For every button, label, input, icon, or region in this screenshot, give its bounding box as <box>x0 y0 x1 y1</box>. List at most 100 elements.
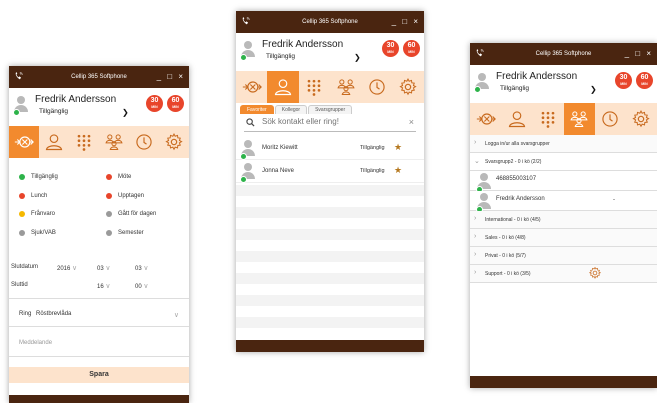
groups-icon <box>104 132 124 152</box>
nav-contacts[interactable] <box>39 126 69 158</box>
end-date-day-select[interactable]: 03 ∨ <box>135 264 175 272</box>
ring-select[interactable]: Ring Röstbrevlåda ∨ <box>19 311 181 319</box>
group-row[interactable]: › Sales - 0 i kö (4/8) <box>470 229 657 247</box>
status-dot <box>106 211 112 217</box>
save-button[interactable]: Spara <box>9 367 189 383</box>
tab-kollegor[interactable]: Kollegor <box>274 105 308 114</box>
forward-icon <box>14 132 34 152</box>
status-dot <box>106 193 112 199</box>
end-time-hour-select[interactable]: 16 ∨ <box>97 282 137 290</box>
end-time-minute-select[interactable]: 00 ∨ <box>135 282 175 290</box>
group-member-row[interactable]: Fredrik Andersson - <box>470 191 657 213</box>
status-option[interactable]: Semester <box>106 230 144 236</box>
chevron-down-icon[interactable]: ❯ <box>122 108 129 117</box>
group-row[interactable]: › Support - 0 i kö (3/5) <box>470 265 657 283</box>
badge-60-min[interactable]: 60 MIN <box>167 95 184 112</box>
group-row-expanded[interactable]: ⌄ Svarsgrupp2 - 0 i kö (2/2) <box>470 153 657 171</box>
profile-status[interactable]: Tillgänglig <box>500 85 529 92</box>
nav-dialpad[interactable] <box>532 103 563 135</box>
status-window: Cellip 365 Softphone _ □ × Fredrik Ander… <box>9 66 189 403</box>
chevron-right-icon: › <box>474 269 477 276</box>
avatar <box>476 173 492 193</box>
nav-bar <box>470 103 657 135</box>
chevron-down-icon[interactable]: ❯ <box>590 85 597 94</box>
nav-history[interactable] <box>361 71 392 103</box>
chevron-down-icon[interactable]: ❯ <box>354 53 361 62</box>
window-controls[interactable]: _ □ × <box>392 17 420 26</box>
contact-status: Tillgänglig <box>360 145 385 151</box>
search-input[interactable] <box>260 116 404 127</box>
end-time-label: Sluttid <box>11 282 28 288</box>
favorite-star-icon[interactable]: ★ <box>394 165 402 176</box>
contact-row[interactable]: Moritz Kiewitt Tillgänglig ★ <box>236 137 424 160</box>
status-option[interactable]: Möte <box>106 174 131 180</box>
toggle-all-groups[interactable]: › Logga in/ur alla svarsgrupper <box>470 135 657 153</box>
groups-icon <box>336 77 356 97</box>
contact-row[interactable]: Jonna Neve Tillgänglig ★ <box>236 160 424 183</box>
nav-forward[interactable] <box>470 103 501 135</box>
status-option[interactable]: Gått för dagen <box>106 211 156 217</box>
nav-groups[interactable] <box>99 126 129 158</box>
end-date-month-select[interactable]: 03 ∨ <box>97 264 137 272</box>
nav-settings[interactable] <box>159 126 189 158</box>
chevron-down-icon: ∨ <box>143 283 149 290</box>
dialpad-icon <box>538 109 558 129</box>
status-option[interactable]: Upptagen <box>106 193 144 199</box>
status-option[interactable]: Frånvaro <box>19 211 55 217</box>
chevron-right-icon: › <box>474 139 477 146</box>
nav-groups[interactable] <box>563 103 595 135</box>
profile-name: Fredrik Andersson <box>496 71 578 82</box>
badge-30-min[interactable]: 30 MIN <box>382 40 399 57</box>
nav-dialpad[interactable] <box>299 71 330 103</box>
dialpad-icon <box>304 77 324 97</box>
favorite-star-icon[interactable]: ★ <box>394 142 402 153</box>
nav-contacts[interactable] <box>267 71 299 103</box>
group-member-row[interactable]: 468855003107 <box>470 171 657 193</box>
end-time-row: Sluttid 16 ∨ 00 ∨ <box>11 282 148 290</box>
group-row[interactable]: › International - 0 i kö (4/5) <box>470 211 657 229</box>
status-option[interactable]: Lunch <box>19 193 47 199</box>
status-option[interactable]: Tillgänglig <box>19 174 58 180</box>
tab-svarsgrupper[interactable]: Svarsgrupper <box>308 105 353 114</box>
window-controls[interactable]: _ □ × <box>625 49 653 58</box>
nav-groups[interactable] <box>330 71 361 103</box>
contacts-icon <box>273 77 293 97</box>
status-dot <box>19 230 25 236</box>
footer-bar <box>236 340 424 352</box>
status-dot <box>106 174 112 180</box>
status-dot <box>19 211 25 217</box>
nav-forward[interactable] <box>236 71 267 103</box>
profile-status[interactable]: Tillgänglig <box>39 108 68 115</box>
message-field[interactable]: Meddelande <box>19 340 52 346</box>
chevron-down-icon: ∨ <box>105 283 111 290</box>
nav-history[interactable] <box>129 126 159 158</box>
badge-60-min[interactable]: 60 MIN <box>636 72 653 89</box>
avatar <box>240 140 256 160</box>
avatar <box>13 96 29 116</box>
clear-icon[interactable]: × <box>409 117 414 127</box>
badge-60-min[interactable]: 60 MIN <box>403 40 420 57</box>
badge-30-min[interactable]: 30 MIN <box>615 72 632 89</box>
end-date-year-select[interactable]: 2016 ∨ <box>57 264 97 272</box>
settings-icon <box>631 109 651 129</box>
badge-30-min[interactable]: 30 MIN <box>146 95 163 112</box>
tab-favoriter[interactable]: Favoriter <box>240 105 274 114</box>
footer-bar <box>470 376 657 388</box>
footer-bar <box>9 395 189 403</box>
settings-icon[interactable] <box>588 266 602 280</box>
status-option[interactable]: Sjuk/VAB <box>19 230 56 236</box>
profile-status[interactable]: Tillgänglig <box>266 53 295 60</box>
end-date-row: Slutdatum 2016 ∨ 03 ∨ 03 ∨ <box>11 264 148 272</box>
nav-contacts[interactable] <box>501 103 532 135</box>
nav-history[interactable] <box>595 103 626 135</box>
divider <box>9 356 189 357</box>
contact-tabs: Favoriter Kollegor Svarsgrupper <box>240 105 353 114</box>
contacts-window: Cellip 365 Softphone _ □ × Fredrik Ander… <box>236 11 424 352</box>
nav-dialpad[interactable] <box>69 126 99 158</box>
window-controls[interactable]: _ □ × <box>157 72 185 81</box>
nav-settings[interactable] <box>393 71 424 103</box>
group-row[interactable]: › Privat - 0 i kö (5/7) <box>470 247 657 265</box>
profile-header: Fredrik Andersson Tillgänglig ❯ 30 MIN 60… <box>236 33 424 71</box>
nav-forward[interactable] <box>9 126 39 158</box>
nav-settings[interactable] <box>626 103 657 135</box>
